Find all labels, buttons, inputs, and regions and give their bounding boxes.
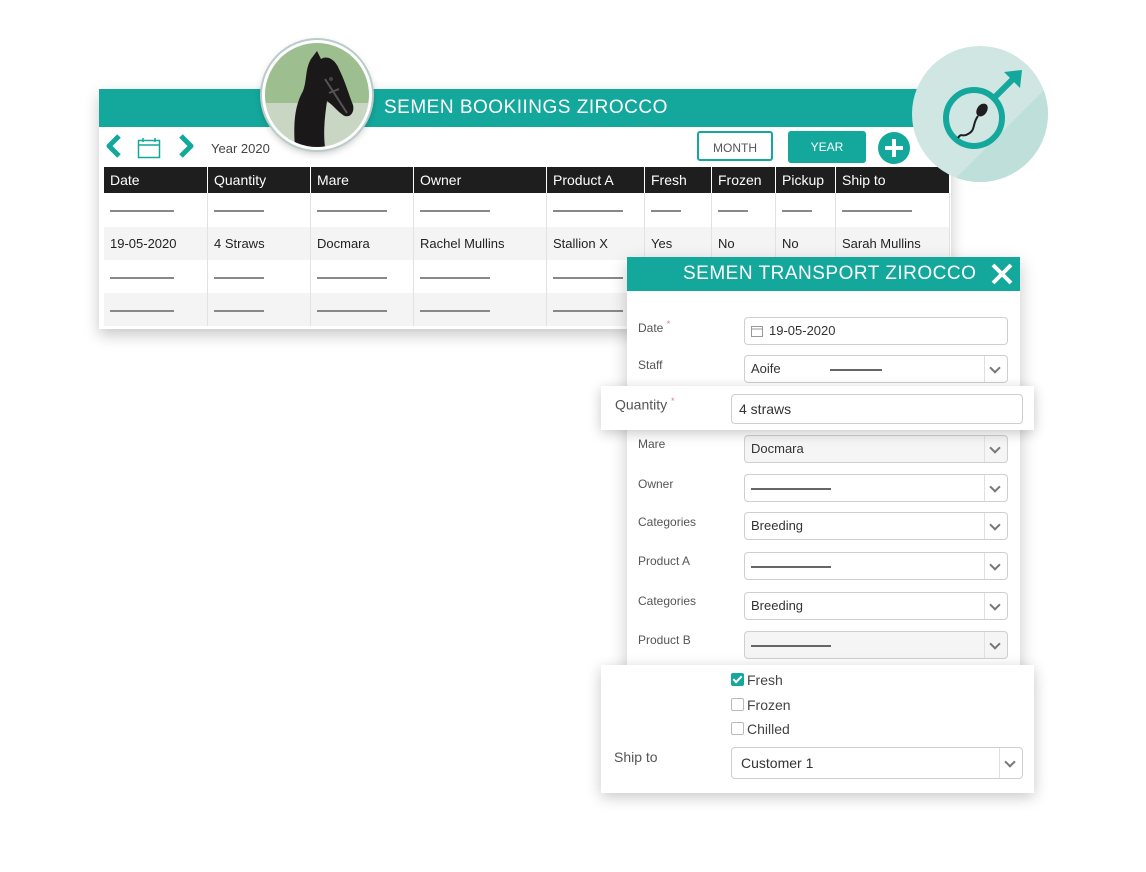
next-period-button[interactable] [175,133,197,159]
chevron-down-icon [984,553,1007,579]
staff-select[interactable]: Aoife [744,355,1008,383]
chevron-down-icon [984,356,1007,382]
categories-select-2[interactable]: Breeding [744,592,1008,620]
quantity-input[interactable]: 4 straws [731,394,1023,424]
column-header[interactable]: Date [104,167,208,193]
column-header[interactable]: Quantity [207,167,311,193]
fresh-checkbox-row[interactable]: Fresh [731,672,783,688]
month-view-button[interactable]: MONTH [697,131,773,161]
checkbox-checked-icon[interactable] [731,673,744,686]
cell-ship-to: Sarah Mullins [835,227,950,260]
column-header[interactable]: Frozen [711,167,776,193]
stallion-badge [912,46,1048,182]
product-a-label: Product A [638,554,691,568]
chilled-checkbox-row[interactable]: Chilled [731,721,790,737]
chevron-right-icon [179,134,194,158]
product-b-label: Product B [638,633,691,647]
ship-to-select[interactable]: Customer 1 [731,747,1023,779]
owner-select[interactable] [744,474,1008,502]
date-label: Date * [638,319,671,335]
transport-dialog: SEMEN TRANSPORT ZIROCCO Date * 19-05-202… [627,257,1020,697]
cell-product-a: Stallion X [546,227,645,260]
cell-quantity: 4 Straws [207,227,311,260]
calendar-icon [751,326,763,337]
cell-date: 19-05-2020 [104,227,208,260]
chevron-down-icon [984,593,1007,619]
close-button[interactable] [989,261,1015,287]
cell-mare: Docmara [310,227,414,260]
chevron-down-icon [984,436,1007,462]
chevron-down-icon [984,475,1007,501]
ship-to-label: Ship to [614,749,658,765]
male-symbol-icon [943,70,1048,182]
mare-label: Mare [638,437,666,451]
calendar-icon [137,138,161,159]
close-icon [991,263,1013,285]
transport-header: SEMEN TRANSPORT ZIROCCO [627,257,1020,291]
categories-label: Categories [638,515,697,529]
column-header[interactable]: Product A [546,167,645,193]
checkbox-icon[interactable] [731,722,744,735]
sperm-icon [957,103,988,139]
horse-photo [265,43,369,147]
bookings-header: SEMEN BOOKIINGS ZIROCCO [99,89,951,127]
chevron-down-icon [999,748,1022,778]
quantity-row: Quantity * 4 straws [601,386,1034,430]
chevron-left-icon [106,134,121,158]
add-booking-button[interactable] [878,132,910,164]
date-field[interactable]: 19-05-2020 [744,317,1008,345]
year-view-button[interactable]: YEAR [788,131,866,163]
prev-period-button[interactable] [103,133,125,159]
column-header[interactable]: Mare [310,167,414,193]
mare-select[interactable]: Docmara [744,435,1008,463]
stallion-avatar [262,40,372,150]
shipping-options-panel: Fresh Frozen Chilled Ship to Customer 1 [601,665,1034,793]
calendar-button[interactable] [137,137,161,159]
staff-label: Staff [638,358,663,372]
cell-owner: Rachel Mullins [413,227,547,260]
column-header[interactable]: Owner [413,167,547,193]
cell-fresh: Yes [644,227,712,260]
checkbox-icon[interactable] [731,698,744,711]
chevron-down-icon [984,632,1007,658]
table-row-empty[interactable] [104,193,950,227]
categories-select[interactable]: Breeding [744,512,1008,540]
frozen-checkbox-row[interactable]: Frozen [731,697,791,713]
product-b-select[interactable] [744,631,1008,659]
product-a-select[interactable] [744,552,1008,580]
chevron-down-icon [984,513,1007,539]
column-header[interactable]: Fresh [644,167,712,193]
owner-label: Owner [638,477,674,491]
column-header[interactable]: Ship to [835,167,950,193]
cell-pickup: No [775,227,836,260]
bookings-title: SEMEN BOOKIINGS ZIROCCO [384,97,668,118]
quantity-label: Quantity * [615,396,675,413]
transport-title: SEMEN TRANSPORT ZIROCCO [683,263,977,284]
categories-label-2: Categories [638,594,697,608]
cell-frozen: No [711,227,776,260]
table-header-row: Date Quantity Mare Owner Product A Fresh… [104,167,950,193]
column-header[interactable]: Pickup [775,167,836,193]
table-row[interactable]: 19-05-2020 4 Straws Docmara Rachel Mulli… [104,227,950,260]
period-label: Year 2020 [211,141,270,156]
